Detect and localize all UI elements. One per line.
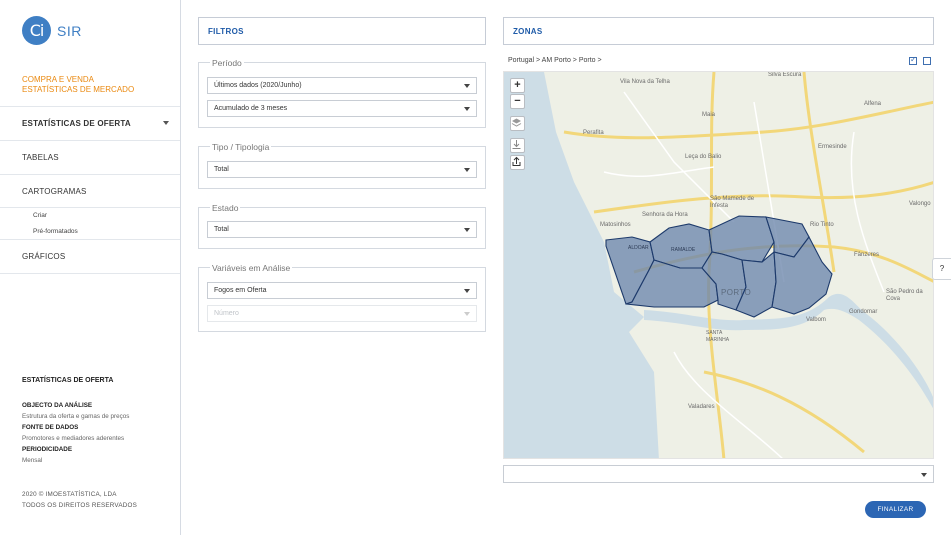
divider (0, 273, 180, 274)
chevron-down-icon (464, 84, 470, 88)
map-label: São Pedro da Cova (886, 289, 923, 302)
layers-icon (511, 118, 522, 127)
section-line2: ESTATÍSTICAS DE MERCADO (22, 85, 135, 94)
tipo-label: Tipo / Tipologia (210, 142, 272, 152)
download-icon (512, 140, 521, 149)
app-root: Ci SIR COMPRA E VENDA ESTATÍSTICAS DE ME… (0, 0, 951, 535)
variaveis-select[interactable]: Fogos em Oferta (207, 282, 477, 299)
logo[interactable]: Ci SIR (22, 16, 82, 45)
chevron-down-icon[interactable] (163, 121, 169, 125)
info-title: ESTATÍSTICAS DE OFERTA (22, 377, 114, 384)
info-periodicidade-label: PERIODICIDADE (22, 446, 73, 453)
divider (0, 174, 180, 175)
map-label: SANTA MARINHA (706, 330, 730, 343)
info-fonte-label: FONTE DE DADOS (22, 424, 79, 431)
tipo-select[interactable]: Total (207, 161, 477, 178)
divider (0, 239, 180, 240)
map-label: Leça do Balio (685, 154, 722, 160)
share-button[interactable] (510, 155, 525, 170)
breadcrumb[interactable]: Portugal > AM Porto > Porto > (508, 57, 602, 64)
map-label: Valongo (909, 201, 931, 207)
map-label: Valbom (806, 317, 826, 323)
map-label: Matosinhos (600, 222, 631, 228)
chevron-down-icon (464, 312, 470, 316)
acumulado-select-value: Acumulado de 3 meses (214, 105, 288, 112)
estado-label: Estado (210, 203, 241, 213)
map-label: Vila Nova da Telha (620, 79, 670, 85)
map-label: Perafita (583, 130, 604, 136)
estado-select-value: Total (214, 226, 229, 233)
acumulado-select[interactable]: Acumulado de 3 meses (207, 100, 477, 117)
download-button[interactable] (510, 138, 525, 153)
estado-select[interactable]: Total (207, 221, 477, 238)
unidade-select-value: Número (214, 310, 239, 317)
nav-cartogramas[interactable]: CARTOGRAMAS (22, 187, 87, 196)
logo-name: SIR (57, 22, 82, 39)
copyright-line1: 2020 © IMOESTATÍSTICA, LDA (22, 491, 117, 498)
divider (0, 207, 180, 208)
zoom-in-button[interactable]: + (510, 78, 525, 93)
copyright-line2: TODOS OS DIREITOS RESERVADOS (22, 502, 138, 509)
periodo-group (198, 62, 486, 128)
clear-selection-checkbox[interactable] (923, 57, 931, 65)
nav-sub-preformatados[interactable]: Pré-formatados (33, 228, 78, 235)
map-label: ALDOAR (628, 245, 649, 251)
tipo-select-value: Total (214, 166, 229, 173)
zonas-header: ZONAS (503, 17, 934, 45)
zone-polygons[interactable] (605, 215, 833, 318)
help-tab[interactable]: ? (932, 258, 951, 280)
zones-select[interactable] (503, 465, 934, 483)
map-label: RAMALDE (671, 247, 696, 253)
filtros-header: FILTROS (198, 17, 486, 45)
map-label: São Mamede de Infesta (710, 196, 755, 209)
periodo-select-value: Últimos dados (2020/Junho) (214, 82, 302, 89)
divider (0, 140, 180, 141)
variaveis-label: Variáveis em Análise (210, 263, 293, 273)
current-section[interactable]: COMPRA E VENDA ESTATÍSTICAS DE MERCADO (22, 75, 134, 95)
info-objecto-label: OBJECTO DA ANÁLISE (22, 402, 93, 409)
zoom-out-button[interactable]: − (510, 94, 525, 109)
map-label: Silva Escura (768, 72, 802, 78)
chevron-down-icon (464, 289, 470, 293)
info-objecto-value: Estrutura da oferta e gamas de preços (22, 413, 130, 420)
layers-button[interactable] (510, 116, 525, 131)
periodo-select[interactable]: Últimos dados (2020/Junho) (207, 77, 477, 94)
finalize-button[interactable]: FINALIZAR (865, 501, 926, 518)
map-label: Fânzeres (854, 252, 880, 258)
nav-tabelas[interactable]: TABELAS (22, 153, 59, 162)
map-label: Alfena (864, 101, 882, 107)
chevron-down-icon (464, 228, 470, 232)
map-canvas (504, 72, 933, 458)
nav-graficos[interactable]: GRÁFICOS (22, 252, 65, 261)
logo-mark: Ci (22, 16, 51, 45)
select-all-checkbox[interactable] (909, 55, 917, 65)
section-line1: COMPRA E VENDA (22, 75, 95, 84)
nav-estatisticas-oferta[interactable]: ESTATÍSTICAS DE OFERTA (22, 119, 131, 128)
unidade-select[interactable]: Número (207, 305, 477, 322)
map-label: Ermesinde (818, 144, 847, 150)
map-label: PORTO (721, 288, 752, 297)
periodo-label: Período (210, 58, 244, 68)
info-periodicidade-value: Mensal (22, 457, 43, 464)
info-fonte-value: Promotores e mediadores aderentes (22, 435, 125, 442)
nav-sub-criar[interactable]: Criar (33, 212, 47, 219)
map-label: Maia (702, 112, 716, 118)
chevron-down-icon (464, 168, 470, 172)
sidebar: Ci SIR COMPRA E VENDA ESTATÍSTICAS DE ME… (0, 0, 181, 535)
share-icon (512, 156, 521, 166)
chevron-down-icon (464, 107, 470, 111)
chevron-down-icon (921, 473, 927, 477)
map-label: Senhora da Hora (642, 212, 688, 218)
variaveis-group (198, 267, 486, 332)
map-label: Gondomar (849, 309, 878, 315)
map-label: Rio Tinto (810, 222, 834, 228)
variaveis-select-value: Fogos em Oferta (214, 287, 267, 294)
divider (0, 106, 180, 107)
map-label: Valadares (688, 404, 715, 410)
map[interactable]: Vila Nova da Telha Silva Escura Alfena M… (503, 71, 934, 459)
